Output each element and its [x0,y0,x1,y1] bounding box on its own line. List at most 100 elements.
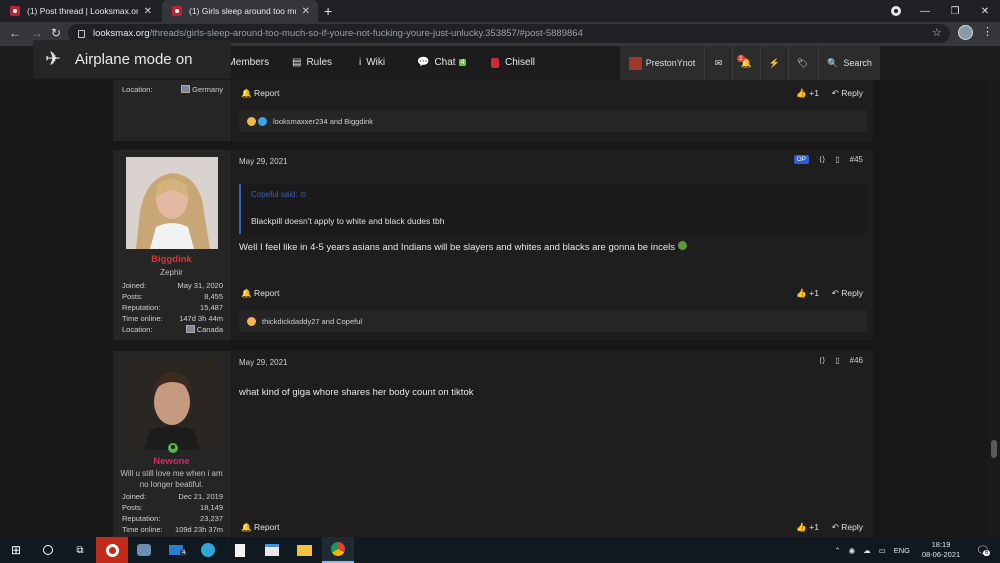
reactions-text: thickdickdaddy27 and Copeful [262,316,363,326]
reply-button[interactable]: ↶ Reply [832,288,863,299]
close-tab-icon[interactable]: ✕ [302,6,310,17]
share-icon[interactable]: ⟨⟩ [819,356,825,365]
store-icon [265,544,279,556]
post-date[interactable]: May 29, 2021 [239,157,287,166]
bookmarks-button[interactable]: 🏷 [788,46,816,80]
taskbar-chrome[interactable] [322,537,354,563]
post-username[interactable]: Biggdink [113,254,230,265]
share-icon[interactable]: ⟨⟩ [819,155,825,164]
new-tab-icon[interactable]: + [324,3,332,19]
rules-icon: ▤ [292,57,302,68]
nav-chat[interactable]: 💬 Chat 4 [417,57,467,68]
onedrive-cloud-icon[interactable]: ☁ [863,546,871,555]
cortana-circle-icon [43,545,53,555]
post-user-panel: Biggdink Zephir Joined: May 31, 2020 Post… [113,150,230,340]
airplane-mode-text: Airplane mode on [74,50,193,68]
close-tab-icon[interactable]: ✕ [144,6,152,17]
plus-one-button[interactable]: 👍 +1 [796,288,819,299]
airplane-icon: ✈ [45,48,61,70]
minimize-icon[interactable]: — [910,6,940,17]
url-path: /threads/girls-sleep-around-too-much-so-… [149,28,583,39]
bolt-icon: ⚡ [768,57,781,68]
nav-chisell[interactable]: Chisell [491,57,535,68]
user-stat-joined: Joined: May 31, 2020 [122,281,223,290]
post-date[interactable]: May 29, 2021 [239,358,287,367]
taskbar-app-1[interactable] [128,537,160,563]
profile-avatar-icon[interactable] [958,25,973,40]
windows-logo-icon: ⊞ [10,543,22,557]
post-45: Biggdink Zephir Joined: May 31, 2020 Post… [113,150,873,340]
account-username: PrestonYnot [645,58,696,68]
germany-flag-icon [181,85,191,93]
task-view-button[interactable]: ⧉ [64,537,96,563]
report-link[interactable]: 🔔 Report [241,288,279,299]
avatar[interactable] [126,358,218,450]
chevron-up-icon[interactable]: ⌃ [834,546,840,555]
taskbar-edge[interactable] [192,537,224,563]
lock-icon [78,29,85,38]
reply-button[interactable]: ↶ Reply [832,88,863,99]
account-menu[interactable]: PrestonYnot [620,46,704,80]
taskbar-explorer[interactable] [288,537,320,563]
network-status-icon[interactable]: ◉ [849,546,856,555]
browser-tab-bar: (1) Post thread | Looksmax.org - S ✕ (1)… [0,0,1000,22]
search-button[interactable]: 🔍 Search [818,46,880,80]
cortana-button[interactable] [32,537,64,563]
battery-icon[interactable]: ▭ [879,546,886,555]
taskbar-clock[interactable]: 18:19 08-06-2021 [919,540,963,560]
bookmark-star-icon[interactable]: ☆ [932,26,942,39]
chrome-menu-icon[interactable]: ⋮ [982,25,993,38]
post-username[interactable]: Newone [113,456,230,467]
bookmark-icon[interactable]: ▯ [835,356,839,365]
plus-one-button[interactable]: 👍 +1 [796,88,819,99]
quote-author[interactable]: Copeful said: ⊙ [251,190,307,199]
notification-center-icon[interactable]: 🗨6 [976,544,991,557]
alerts-button[interactable]: 🔔 [732,46,760,80]
nav-wiki-label: Wiki [366,57,386,68]
post-actions: ⟨⟩ ▯ #46 [809,356,863,365]
taskbar-opera[interactable] [96,537,128,563]
notification-count: 6 [983,549,991,556]
user-toolbar: PrestonYnot ✉ 🔔 ⚡ 🏷 🔍 Search [620,46,880,80]
url-domain: looksmax.org [93,28,150,39]
reactions-bar[interactable]: looksmaxxer234 and Biggdink [239,110,867,132]
quote-block: Copeful said: ⊙ Blackpill doesn't apply … [239,184,867,234]
page-scrollbar[interactable] [988,80,1000,537]
inbox-button[interactable]: ✉ [704,46,732,80]
media-control-icon[interactable] [891,6,901,16]
reply-button[interactable]: ↶ Reply [832,522,863,533]
start-button[interactable]: ⊞ [0,537,32,563]
tab-girls-sleep[interactable]: (1) Girls sleep around too much... ✕ [162,0,318,22]
bookmark-icon[interactable]: ▯ [835,155,839,164]
avatar[interactable] [126,157,218,249]
plus-one-button[interactable]: 👍 +1 [796,522,819,533]
restore-icon[interactable]: ❐ [940,6,970,17]
report-link[interactable]: 🔔 Report [241,88,279,99]
forward-arrow-icon[interactable]: → [31,26,43,40]
post-number[interactable]: #46 [850,356,863,365]
system-tray: ⌃ ◉ ☁ ▭ ENG 🗨6 [834,537,1000,563]
reload-icon[interactable]: ↻ [51,26,61,40]
language-indicator[interactable]: ENG [894,546,910,555]
close-window-icon[interactable]: ✕ [970,6,1000,17]
user-title: Will u still love me when i am no longer… [120,469,223,489]
post-footer: 🔔 Report 👍 +1 ↶ Reply [239,88,867,100]
reactions-bar[interactable]: thickdickdaddy27 and Copeful [239,310,867,332]
taskbar-store[interactable] [256,537,288,563]
tag-icon: 🏷 [796,57,809,68]
user-stat-reputation: Reputation: 15,487 [122,303,223,312]
nav-wiki[interactable]: i Wiki [359,57,385,68]
report-link[interactable]: 🔔 Report [241,522,279,533]
post-46: Newone Will u still love me when i am no… [113,351,873,537]
post-number[interactable]: #45 [850,155,863,164]
back-arrow-icon[interactable]: ← [9,26,21,40]
taskbar-mail[interactable]: 4 [160,537,192,563]
taskbar-notepad[interactable] [224,537,256,563]
nav-rules[interactable]: ▤ Rules [292,57,332,68]
user-avatar [628,56,642,70]
tab-post-thread[interactable]: (1) Post thread | Looksmax.org - S ✕ [0,0,160,22]
scrollbar-thumb[interactable] [991,440,997,458]
whats-new-button[interactable]: ⚡ [760,46,788,80]
reaction-emoji-icon [258,116,267,126]
clock-time: 18:19 [931,540,951,549]
